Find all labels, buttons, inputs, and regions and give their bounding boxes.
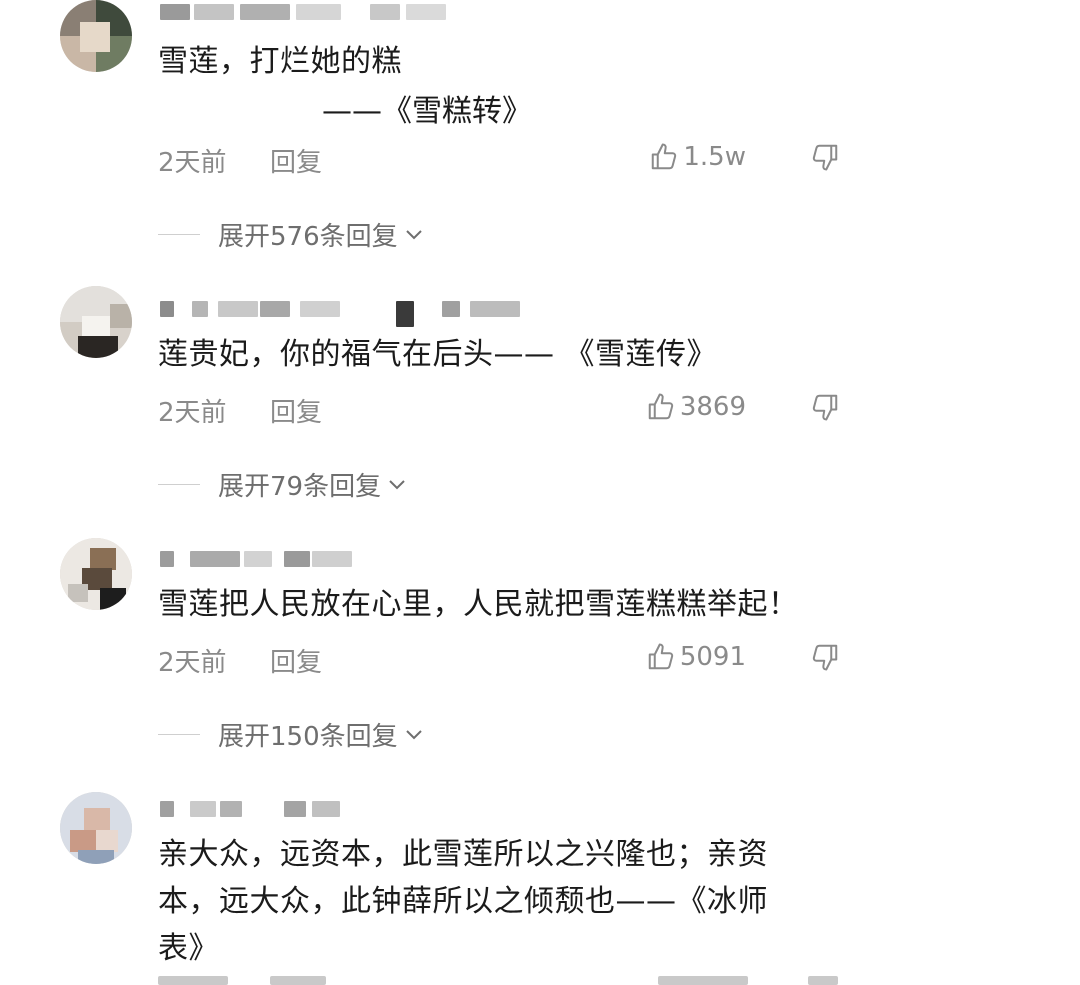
expand-replies-button[interactable]: 展开576条回复 [158, 217, 426, 252]
username-blurred[interactable] [160, 4, 460, 22]
thumbs-down-icon [812, 144, 838, 171]
thumbs-up-icon [652, 143, 677, 170]
reply-button[interactable]: 回复 [270, 392, 322, 429]
like-button[interactable]: 1.5w [649, 142, 746, 172]
like-count: 1.5w [683, 142, 746, 172]
comment-text: 雪莲，打烂她的糕 [158, 44, 402, 79]
expand-replies-text: 展开79条回复 [218, 471, 382, 502]
comment-time: 2天前 [158, 148, 227, 178]
chevron-down-icon [405, 730, 422, 740]
comment-signature: ——《雪糕转》 [322, 94, 532, 129]
username-blurred[interactable] [160, 801, 380, 819]
expand-replies-button[interactable]: 展开150条回复 [158, 717, 426, 752]
expand-replies-text: 展开576条回复 [218, 221, 398, 252]
like-button[interactable]: 5091 [646, 642, 746, 672]
comment-time: 2天前 [158, 648, 227, 678]
comment-text: 亲大众，远资本，此雪莲所以之兴隆也；亲资 本，远大众，此钟薛所以之倾颓也——《冰… [158, 831, 838, 972]
username-blurred[interactable] [160, 301, 540, 327]
comment-time: 2天前 [158, 398, 227, 428]
divider [158, 483, 200, 485]
comment-meta-cutoff [158, 976, 858, 985]
expand-replies-text: 展开150条回复 [218, 721, 398, 752]
thumbs-up-icon [648, 643, 674, 670]
like-count: 3869 [679, 392, 746, 422]
comment-text: 雪莲把人民放在心里，人民就把雪莲糕糕举起！ [158, 587, 799, 622]
comment-meta: 2天前 回复 5091 [158, 642, 858, 678]
dislike-button[interactable] [810, 392, 840, 422]
avatar[interactable] [60, 792, 132, 864]
reply-button[interactable]: 回复 [270, 642, 322, 679]
dislike-button[interactable] [810, 142, 840, 172]
username-blurred[interactable] [160, 551, 380, 569]
chevron-down-icon [405, 230, 422, 240]
thumbs-up-icon [648, 393, 674, 420]
comment-text-line: 表》 [158, 931, 219, 966]
like-button[interactable]: 3869 [646, 392, 746, 422]
avatar[interactable] [60, 538, 132, 610]
comment-meta: 2天前 回复 3869 [158, 392, 858, 428]
like-count: 5091 [679, 642, 746, 672]
divider [158, 233, 200, 235]
dislike-button[interactable] [810, 642, 840, 672]
avatar[interactable] [60, 0, 132, 72]
chevron-down-icon [389, 480, 405, 490]
divider [158, 733, 200, 735]
reply-button[interactable]: 回复 [270, 142, 322, 179]
thumbs-down-icon [812, 394, 838, 421]
avatar[interactable] [60, 286, 132, 358]
comment-text-line: 本，远大众，此钟薛所以之倾颓也——《冰师 [158, 884, 768, 919]
expand-replies-button[interactable]: 展开79条回复 [158, 467, 409, 502]
comment-meta: 2天前 回复 1.5w [158, 142, 858, 178]
comment-text: 莲贵妃，你的福气在后头—— 《雪莲传》 [158, 337, 718, 372]
thumbs-down-icon [812, 644, 838, 671]
comment-text-line: 亲大众，远资本，此雪莲所以之兴隆也；亲资 [158, 837, 768, 872]
